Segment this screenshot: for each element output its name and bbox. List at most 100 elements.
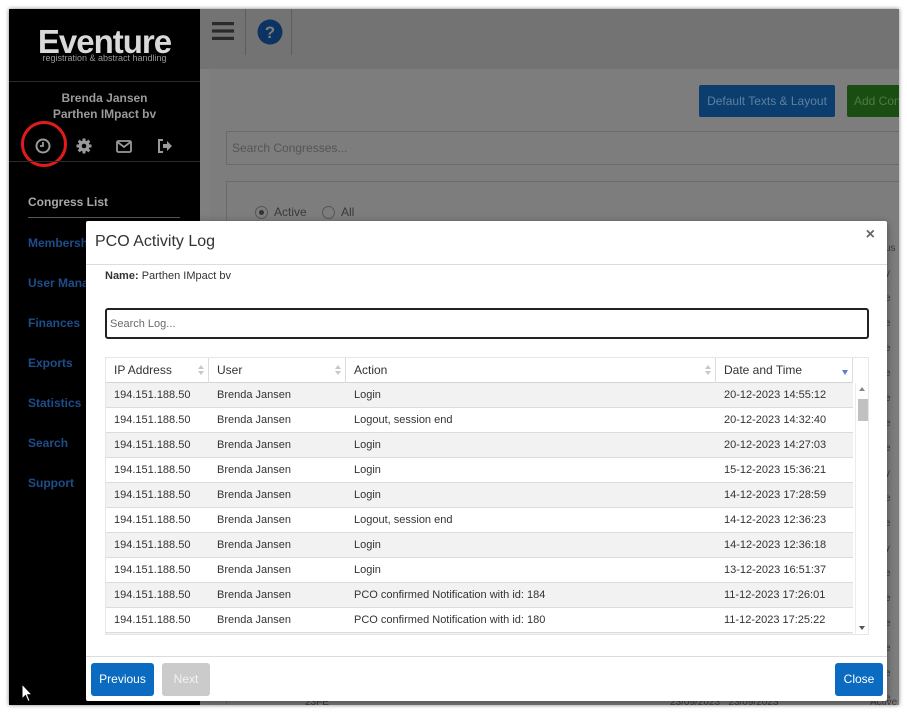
table-row[interactable]: 194.151.188.50 Brenda Jansen Login 20-12… <box>106 433 853 458</box>
cell-action: Login <box>354 539 381 551</box>
search-log-input[interactable] <box>105 308 869 339</box>
activity-log-modal: PCO Activity Log × Name: Parthen IMpact … <box>86 221 887 701</box>
nav-item-statistics[interactable]: Statistics <box>28 396 81 410</box>
table-row[interactable]: 194.151.188.50 Brenda Jansen Login 13-12… <box>106 558 853 583</box>
scrollbar-thumb[interactable] <box>858 399 868 421</box>
cell-action: Login <box>354 389 381 401</box>
cell-datetime: 20-12-2023 14:55:12 <box>724 389 827 401</box>
radio-all[interactable] <box>322 206 335 219</box>
table-row[interactable]: 194.151.188.50 Brenda Jansen Login 15-12… <box>106 458 853 483</box>
column-header-date-time[interactable]: Date and Time <box>716 358 853 383</box>
bg-status-cell: e <box>885 343 891 354</box>
cell-ip: 194.151.188.50 <box>114 589 191 601</box>
table-row[interactable]: 194.151.188.50 Brenda Jansen Login 14-12… <box>106 483 853 508</box>
column-header-ip-address[interactable]: IP Address <box>106 358 209 383</box>
gear-icon[interactable] <box>74 136 94 156</box>
app-logo-tagline: registration & abstract handling <box>42 53 167 63</box>
nav-congress-list[interactable]: Congress List <box>28 195 108 209</box>
sidebar-divider <box>9 161 200 162</box>
cell-ip: 194.151.188.50 <box>114 464 191 476</box>
scroll-down-icon[interactable] <box>859 626 865 630</box>
name-label: Name: <box>105 270 139 282</box>
column-header-label: IP Address <box>114 363 172 377</box>
user-name: Brenda Jansen <box>61 91 148 105</box>
previous-button[interactable]: Previous <box>91 663 154 696</box>
cell-datetime: 11-12-2023 17:25:22 <box>724 614 826 626</box>
table-row[interactable]: 194.151.188.50 Brenda Jansen Login 20-12… <box>106 383 853 408</box>
sign-out-icon[interactable] <box>155 136 175 156</box>
top-bar: ? <box>200 9 899 69</box>
radio-active[interactable] <box>255 206 268 219</box>
cell-ip: 194.151.188.50 <box>114 514 191 526</box>
bg-status-cell: e <box>885 418 891 429</box>
cell-action: Login <box>354 439 381 451</box>
user-organization: Parthen IMpact bv <box>52 107 157 121</box>
bg-status-cell: e <box>885 393 891 404</box>
cell-action: Login <box>354 464 381 476</box>
cell-datetime: 14-12-2023 12:36:23 <box>724 514 827 526</box>
cell-user: Brenda Jansen <box>217 614 291 626</box>
cell-ip: 194.151.188.50 <box>114 389 191 401</box>
close-button[interactable]: Close <box>835 663 883 696</box>
envelope-icon[interactable] <box>114 136 134 156</box>
sort-icon <box>198 365 204 376</box>
sort-icon <box>705 365 711 376</box>
bg-status-cell: e <box>885 318 891 329</box>
mouse-pointer-icon <box>21 682 34 705</box>
cell-datetime: 14-12-2023 17:28:59 <box>724 489 827 501</box>
cell-action: PCO confirmed Notification with id: 184 <box>354 589 546 601</box>
table-row[interactable]: 194.151.188.50 Brenda Jansen Login 14-12… <box>106 533 853 558</box>
add-congress-button[interactable]: Add Con <box>847 85 899 117</box>
cell-user: Brenda Jansen <box>217 389 291 401</box>
table-header: IP Address User Action Date and Time <box>106 358 853 383</box>
column-header-action[interactable]: Action <box>346 358 716 383</box>
search-congresses-input[interactable]: Search Congresses... <box>226 131 899 165</box>
nav-item-exports[interactable]: Exports <box>28 356 73 370</box>
radio-all-label: All <box>341 205 355 219</box>
cell-datetime: 14-12-2023 12:36:18 <box>724 539 827 551</box>
table-body: 194.151.188.50 Brenda Jansen Login 20-12… <box>106 383 853 634</box>
bg-status-cell: e <box>885 643 891 654</box>
modal-header-divider <box>86 264 887 265</box>
table-row[interactable]: 194.151.188.50 Brenda Jansen PCO confirm… <box>106 583 853 608</box>
nav-item-membership[interactable]: Membersh <box>28 236 88 250</box>
bg-status-cell: e <box>885 568 891 579</box>
bg-status-cell: us <box>885 243 896 254</box>
cell-ip: 194.151.188.50 <box>114 414 191 426</box>
cell-ip: 194.151.188.50 <box>114 439 191 451</box>
table-row[interactable]: 194.151.188.50 Brenda Jansen Logout, ses… <box>106 408 853 433</box>
cell-ip: 194.151.188.50 <box>114 564 191 576</box>
cell-user: Brenda Jansen <box>217 439 291 451</box>
scroll-up-icon[interactable] <box>859 387 865 391</box>
name-row: Name: Parthen IMpact bv <box>105 270 231 282</box>
bg-status-cell: e <box>885 443 891 454</box>
cell-ip: 194.151.188.50 <box>114 539 191 551</box>
sidebar-divider <box>9 81 200 82</box>
hamburger-menu-icon[interactable] <box>200 9 246 55</box>
nav-item-user-management[interactable]: User Mana <box>28 276 89 290</box>
cell-user: Brenda Jansen <box>217 564 291 576</box>
column-header-label: Date and Time <box>724 363 803 377</box>
bg-status-cell: e <box>885 368 891 379</box>
nav-item-search[interactable]: Search <box>28 436 68 450</box>
cell-action: Login <box>354 489 381 501</box>
bg-status-cell: y <box>885 268 890 279</box>
table-row[interactable]: 194.151.188.50 Brenda Jansen PCO confirm… <box>106 608 853 633</box>
bg-status-cell: e <box>885 493 891 504</box>
table-row[interactable]: 194.151.188.50 Brenda Jansen Logout, ses… <box>106 508 853 533</box>
cell-ip: 194.151.188.50 <box>114 489 191 501</box>
next-button[interactable]: Next <box>162 663 210 696</box>
column-header-user[interactable]: User <box>209 358 346 383</box>
bg-status-cell: e <box>885 518 891 529</box>
bg-status-cell: e <box>885 293 891 304</box>
help-icon[interactable]: ? <box>246 9 292 55</box>
nav-item-support[interactable]: Support <box>28 476 74 490</box>
table-row[interactable] <box>106 633 853 634</box>
cell-datetime: 15-12-2023 15:36:21 <box>724 464 827 476</box>
nav-item-finances[interactable]: Finances <box>28 316 80 330</box>
cell-action: Logout, session end <box>354 414 453 426</box>
table-scrollbar[interactable] <box>855 383 868 634</box>
bg-status-cell: e <box>885 668 891 679</box>
default-texts-layout-button[interactable]: Default Texts & Layout <box>699 85 835 117</box>
close-icon[interactable]: × <box>866 226 875 244</box>
